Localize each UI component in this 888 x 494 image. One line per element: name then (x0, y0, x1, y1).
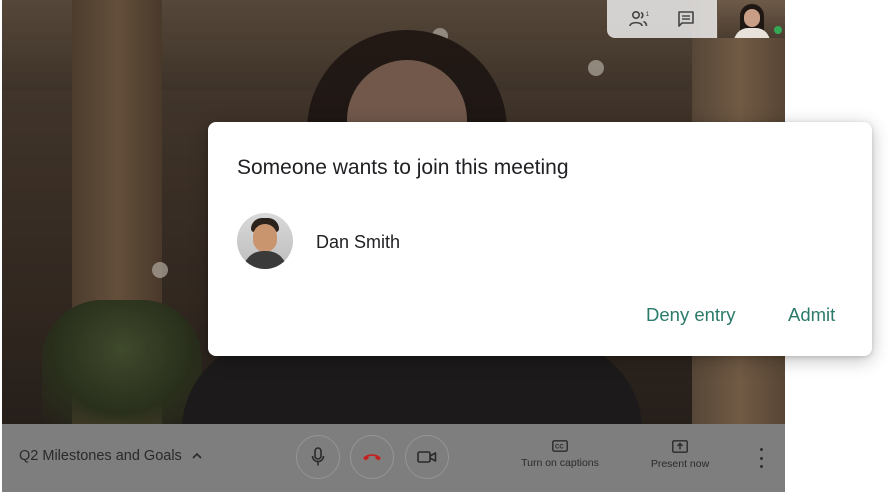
closed-captions-icon: CC (552, 440, 568, 452)
present-label: Present now (650, 458, 710, 470)
bottom-control-bar: Q2 Milestones and Goals CC Turn on capti… (2, 424, 785, 492)
more-vert-icon (759, 448, 763, 451)
top-controls: 1 (607, 0, 717, 38)
captions-label: Turn on captions (521, 457, 599, 469)
hangup-icon (363, 454, 381, 461)
join-request-dialog: Someone wants to join this meeting Dan S… (208, 122, 872, 356)
self-view-tile[interactable] (718, 0, 785, 38)
more-options-button[interactable] (754, 448, 768, 468)
camera-icon (417, 451, 437, 463)
leave-call-button[interactable] (350, 435, 394, 479)
dialog-title: Someone wants to join this meeting (237, 156, 569, 179)
chevron-up-icon (192, 452, 202, 459)
meeting-title: Q2 Milestones and Goals (19, 448, 182, 464)
people-count: 1 (645, 11, 649, 18)
present-now-button[interactable]: Present now (650, 440, 710, 470)
requester-name: Dan Smith (316, 232, 401, 252)
camera-button[interactable] (405, 435, 449, 479)
microphone-icon (311, 447, 325, 466)
avatar (237, 213, 293, 269)
meeting-details-button[interactable]: Q2 Milestones and Goals (19, 448, 204, 464)
deny-entry-button[interactable]: Deny entry (646, 304, 735, 326)
people-icon: 1 (628, 10, 649, 27)
svg-text:CC: CC (555, 445, 564, 451)
audio-indicator (774, 26, 782, 34)
captions-button[interactable]: CC Turn on captions (518, 440, 602, 469)
chat-icon (677, 11, 694, 27)
people-button[interactable]: 1 (626, 6, 652, 32)
present-screen-icon (672, 440, 688, 453)
microphone-button[interactable] (296, 435, 340, 479)
admit-button[interactable]: Admit (788, 304, 835, 326)
chat-button[interactable] (673, 6, 699, 32)
